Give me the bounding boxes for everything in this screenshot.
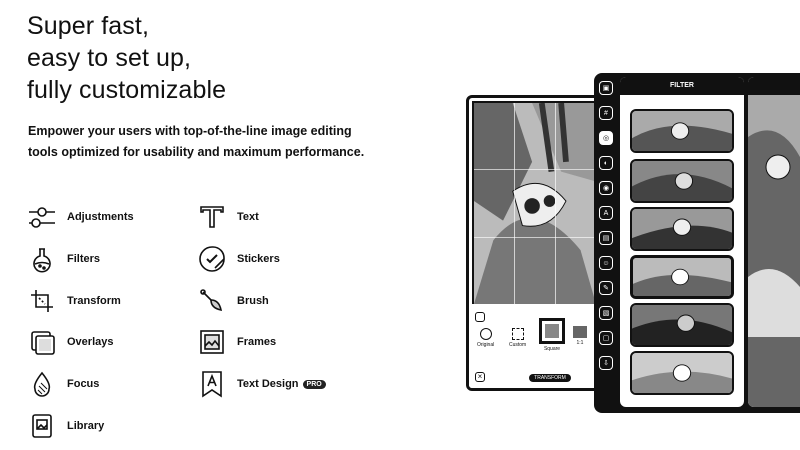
- filter-thumbnail[interactable]: [630, 109, 734, 153]
- back-icon[interactable]: [475, 312, 485, 322]
- tool-library-icon[interactable]: ▣: [599, 81, 613, 95]
- crop-option-label: Original: [477, 342, 495, 348]
- filter-thumbnail[interactable]: [630, 207, 734, 251]
- feature-library: Library: [27, 411, 104, 441]
- droplet-icon: [27, 369, 57, 399]
- crop-option-label: Custom: [509, 342, 527, 348]
- overlay-icon: [27, 327, 57, 357]
- preview-panel: [748, 77, 800, 407]
- crop-square-icon: [539, 318, 565, 344]
- feature-label: Stickers: [237, 253, 280, 265]
- text-design-icon: [197, 369, 227, 399]
- crop-option-original[interactable]: Original: [477, 328, 494, 348]
- crop-custom-icon: [511, 328, 524, 340]
- feature-text: Text: [197, 202, 259, 232]
- filter-thumbnail[interactable]: [630, 159, 734, 203]
- feature-label: Filters: [67, 253, 101, 265]
- text-t-icon: [197, 202, 227, 232]
- filter-thumbnail[interactable]: [630, 351, 734, 395]
- filter-thumbnail[interactable]: [630, 303, 734, 347]
- transform-button[interactable]: TRANSFORM: [529, 374, 571, 382]
- headline-line-3: fully customizable: [27, 76, 227, 104]
- tool-export-icon[interactable]: ⇩: [599, 356, 613, 370]
- app-preview: Original Custom Square 1:1 × TRANSFORM ▣…: [466, 73, 800, 413]
- photo-image: [474, 103, 596, 304]
- crop-ratio-icon: [573, 326, 587, 338]
- tool-brush-icon[interactable]: ✎: [599, 281, 613, 295]
- tool-text-design-icon[interactable]: ▤: [599, 231, 613, 245]
- feature-label: Frames: [237, 336, 277, 348]
- brush-icon: [197, 286, 227, 316]
- feature-frames: Frames: [197, 327, 276, 357]
- sticker-icon: [197, 244, 227, 274]
- feature-focus: Focus: [27, 369, 99, 399]
- tool-stickers-icon[interactable]: ☺: [599, 256, 613, 270]
- feature-label: Library: [67, 420, 105, 432]
- feature-label: Brush: [237, 295, 269, 307]
- crop-option-label: Square: [543, 346, 561, 352]
- subtitle-line-2: tools optimized for usability and maximu…: [28, 145, 365, 159]
- crop-icon: [27, 286, 57, 316]
- feature-label: Text: [237, 211, 259, 223]
- filter-panel-title: FILTER: [620, 77, 744, 95]
- crop-option-ratio[interactable]: 1:1: [573, 326, 587, 346]
- headline-line-2: easy to set up,: [27, 44, 192, 72]
- headline-line-1: Super fast,: [27, 12, 149, 40]
- library-icon: [27, 411, 57, 441]
- preview-image: [748, 77, 800, 407]
- frame-icon: [197, 327, 227, 357]
- crop-original-icon: [479, 328, 492, 340]
- feature-adjustments: Adjustments: [27, 202, 134, 232]
- feature-label: Transform: [67, 295, 121, 307]
- filter-thumbnail-selected[interactable]: [630, 255, 734, 299]
- feature-label-text: Text Design: [237, 378, 299, 390]
- subtitle-line-1: Empower your users with top-of-the-line …: [28, 124, 352, 138]
- editing-photo: [472, 101, 598, 306]
- feature-text-design: Text Design PRO: [197, 369, 326, 399]
- subtitle: Empower your users with top-of-the-line …: [28, 121, 378, 163]
- sliders-icon: [27, 202, 57, 232]
- close-icon[interactable]: ×: [475, 372, 485, 382]
- feature-stickers: Stickers: [197, 244, 280, 274]
- feature-label: Overlays: [67, 336, 114, 348]
- tool-adjust-icon[interactable]: ◐: [599, 156, 613, 170]
- flask-icon: [27, 244, 57, 274]
- feature-label: Focus: [67, 378, 100, 390]
- editor-canvas-panel: Original Custom Square 1:1 × TRANSFORM: [466, 95, 606, 391]
- feature-label: Text Design PRO: [237, 378, 326, 390]
- feature-brush: Brush: [197, 286, 269, 316]
- tool-filter-icon[interactable]: ◎: [599, 131, 613, 145]
- feature-overlays: Overlays: [27, 327, 113, 357]
- tool-focus-icon[interactable]: ◉: [599, 181, 613, 195]
- tool-strip: ▣ # ◎ ◐ ◉ A ▤ ☺ ✎ ▧ ▢ ⇩: [598, 81, 616, 401]
- tool-text-icon[interactable]: A: [599, 206, 613, 220]
- crop-option-custom[interactable]: Custom: [509, 328, 526, 348]
- headline: Super fast, easy to set up, fully custom…: [27, 10, 387, 106]
- feature-transform: Transform: [27, 286, 121, 316]
- feature-filters: Filters: [27, 244, 100, 274]
- filter-panel: FILTER: [620, 77, 744, 407]
- transform-bottom-bar: Original Custom Square 1:1 × TRANSFORM: [469, 304, 603, 388]
- tool-transform-icon[interactable]: #: [599, 106, 613, 120]
- crop-option-label: 1:1: [576, 340, 584, 346]
- tool-frame-icon[interactable]: ▢: [599, 331, 613, 345]
- tool-overlay-icon[interactable]: ▧: [599, 306, 613, 320]
- crop-option-square[interactable]: Square: [539, 318, 565, 352]
- editor-main-panel: ▣ # ◎ ◐ ◉ A ▤ ☺ ✎ ▧ ▢ ⇩ FILTER: [594, 73, 800, 413]
- feature-label: Adjustments: [67, 211, 134, 223]
- pro-badge: PRO: [302, 379, 326, 389]
